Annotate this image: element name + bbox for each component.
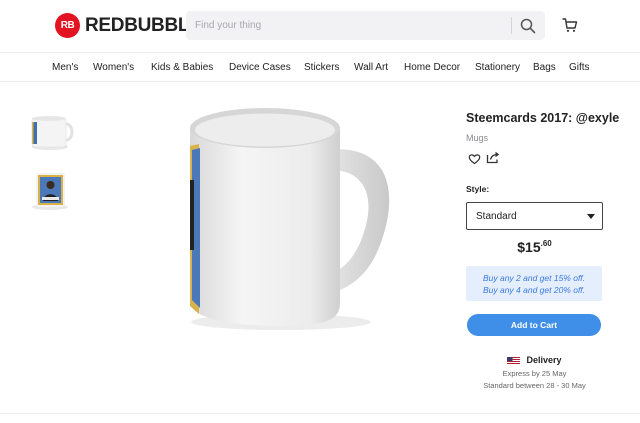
product-category-link[interactable]: Mugs <box>466 133 488 143</box>
price-cents: .60 <box>540 239 552 248</box>
us-flag-icon <box>507 356 521 364</box>
style-select[interactable]: Standard <box>466 202 603 230</box>
shopping-cart-icon <box>562 18 578 32</box>
delivery-title: Delivery <box>526 355 562 365</box>
category-nav: Men's Women's Kids & Babies Device Cases… <box>0 52 640 82</box>
product-price: $15.60 <box>466 239 603 257</box>
style-label: Style: <box>466 184 490 194</box>
thumbnail-mug-design[interactable] <box>28 170 76 212</box>
promo-line-1: Buy any 2 and get 15% off. <box>482 272 586 283</box>
search-icon <box>520 18 536 34</box>
nav-item-wall-art[interactable]: Wall Art <box>354 62 388 73</box>
product-title: Steemcards 2017: @exyle <box>466 111 620 125</box>
search-divider <box>511 17 512 34</box>
price-dollars: $15 <box>517 239 541 255</box>
share-button[interactable] <box>486 150 501 164</box>
site-header: RB REDBUBBLE <box>0 0 640 52</box>
search-input[interactable] <box>195 20 505 31</box>
product-main-image <box>186 100 416 332</box>
add-to-cart-button[interactable]: Add to Cart <box>467 314 601 336</box>
nav-item-stickers[interactable]: Stickers <box>304 62 340 73</box>
nav-item-stationery[interactable]: Stationery <box>475 62 520 73</box>
nav-item-womens[interactable]: Women's <box>93 62 134 73</box>
nav-item-device-cases[interactable]: Device Cases <box>229 62 291 73</box>
divider <box>0 413 640 414</box>
logo-mark-icon: RB <box>55 13 80 38</box>
nav-item-home-decor[interactable]: Home Decor <box>404 62 460 73</box>
share-icon <box>486 151 500 164</box>
logo-wordmark: REDBUBBLE <box>85 14 202 36</box>
favorite-button[interactable] <box>468 152 481 165</box>
delivery-standard: Standard between 28 - 30 May <box>483 381 586 390</box>
heart-icon <box>468 154 481 165</box>
delivery-heading: Delivery <box>466 355 603 365</box>
thumbnail-mug-front[interactable] <box>28 113 76 153</box>
nav-item-mens[interactable]: Men's <box>52 62 78 73</box>
chevron-down-icon <box>587 214 595 219</box>
style-select-value: Standard <box>476 210 517 222</box>
cart-button[interactable] <box>562 17 578 33</box>
nav-item-gifts[interactable]: Gifts <box>569 62 590 73</box>
delivery-info: Delivery Express by 25 May Standard betw… <box>466 355 603 390</box>
bulk-discount-banner: Buy any 2 and get 15% off. Buy any 4 and… <box>466 266 602 301</box>
nav-item-bags[interactable]: Bags <box>533 62 556 73</box>
search-bar <box>186 11 545 40</box>
delivery-express: Express by 25 May <box>502 369 567 378</box>
search-button[interactable] <box>517 15 539 37</box>
redbubble-logo[interactable]: RB REDBUBBLE <box>55 13 202 38</box>
nav-item-kids-babies[interactable]: Kids & Babies <box>151 62 213 73</box>
promo-line-2: Buy any 4 and get 20% off. <box>482 284 586 295</box>
